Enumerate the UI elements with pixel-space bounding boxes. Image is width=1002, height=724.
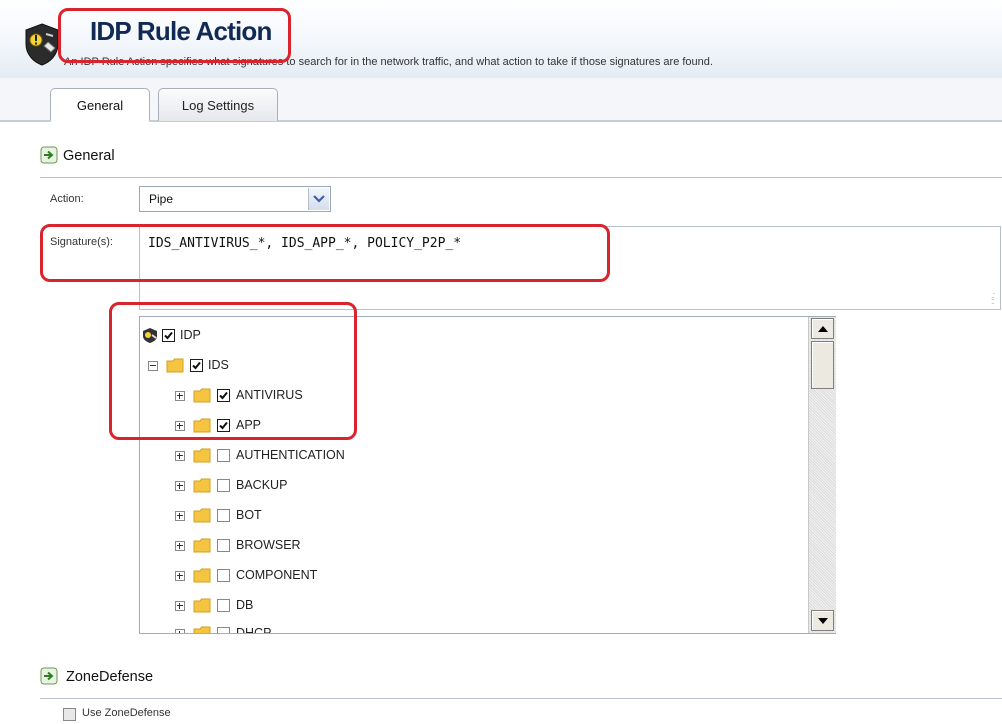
expand-icon[interactable] [175,629,185,633]
tree-scrollbar[interactable] [808,317,836,633]
folder-icon [193,478,211,493]
scroll-down-button[interactable] [811,610,834,631]
tree-checkbox[interactable] [217,479,230,492]
folder-icon [193,626,211,633]
section-divider [40,698,1002,699]
folder-icon [193,538,211,553]
folder-icon [193,448,211,463]
tree-item-db[interactable]: DB [140,595,800,617]
expand-icon[interactable] [175,601,185,611]
tree-checkbox[interactable] [217,539,230,552]
tree-item-dhcp[interactable]: DHCP [140,623,800,634]
tree-item-backup[interactable]: BACKUP [140,475,800,497]
scroll-thumb[interactable] [811,341,834,389]
tree-label: BROWSER [236,538,301,552]
annotation-signatures [40,224,610,282]
tree-checkbox[interactable] [217,449,230,462]
tab-divider [0,120,1002,122]
action-select-value: Pipe [149,192,174,206]
tree-checkbox[interactable] [217,509,230,522]
expand-icon[interactable] [175,511,185,521]
tab-bar [0,78,1002,122]
annotation-title [58,8,291,63]
tree-label: DHCP [236,626,272,634]
tree-checkbox[interactable] [217,569,230,582]
tree-label: BOT [236,508,262,522]
tree-item-bot[interactable]: BOT [140,505,800,527]
section-arrow-icon [40,667,58,685]
tree-label: DB [236,598,254,612]
expand-icon[interactable] [175,481,185,491]
expand-icon[interactable] [175,541,185,551]
tree-checkbox[interactable] [217,627,230,633]
tab-log-settings[interactable]: Log Settings [158,88,278,121]
annotation-tree [109,302,357,440]
tree-label: BACKUP [236,478,288,492]
tree-item-component[interactable]: COMPONENT [140,565,800,587]
tree-checkbox[interactable] [217,599,230,612]
section-title-general: General [63,148,115,164]
folder-icon [193,568,211,583]
expand-icon[interactable] [175,451,185,461]
scroll-up-button[interactable] [811,318,834,339]
resize-grip-icon[interactable]: .::: [991,291,995,306]
folder-icon [193,598,211,613]
section-divider [40,177,1002,178]
tree-label: AUTHENTICATION [236,448,345,462]
tree-item-browser[interactable]: BROWSER [140,535,800,557]
section-arrow-icon [40,146,58,164]
use-zonedefense-label: Use ZoneDefense [82,707,171,719]
expand-icon[interactable] [175,571,185,581]
chevron-down-icon[interactable] [308,188,329,210]
idp-shield-icon [22,22,62,66]
use-zonedefense-checkbox[interactable] [63,708,76,721]
tab-general[interactable]: General [50,88,150,122]
section-title-zonedefense: ZoneDefense [66,669,154,685]
action-select[interactable]: Pipe [139,186,331,212]
tree-item-authentication[interactable]: AUTHENTICATION [140,445,800,467]
action-label: Action: [50,193,84,205]
tree-label: COMPONENT [236,568,318,582]
folder-icon [193,508,211,523]
